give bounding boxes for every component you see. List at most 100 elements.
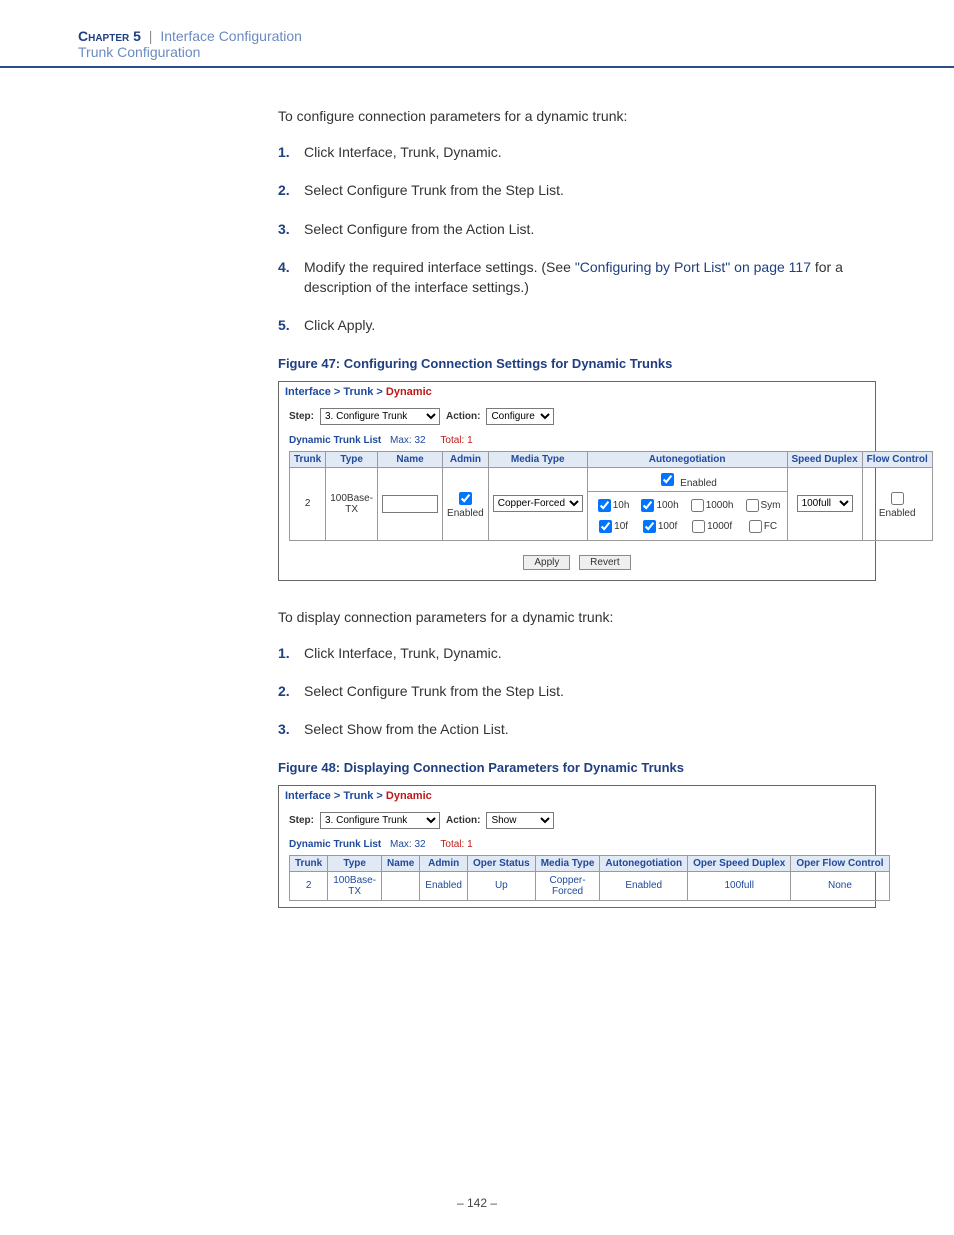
action-select[interactable]: Show xyxy=(486,812,554,829)
th-autoneg: Autonegotiation xyxy=(587,451,787,467)
media-select[interactable]: Copper-Forced xyxy=(493,495,583,512)
th-type: Type xyxy=(328,855,382,871)
cell-autoneg: Enabled 10h 100h 1000h Sym 10f 100f 1000… xyxy=(587,467,787,540)
cap-fc[interactable] xyxy=(749,520,762,533)
th-media: Media Type xyxy=(535,855,600,871)
list-title: Dynamic Trunk List Max: 32 Total: 1 xyxy=(279,435,875,451)
figure48-caption: Figure 48: Displaying Connection Paramet… xyxy=(278,760,876,775)
intro-display: To display connection parameters for a d… xyxy=(278,609,876,625)
steps-configure: Click Interface, Trunk, Dynamic. Select … xyxy=(278,142,876,336)
chapter-title: Interface Configuration xyxy=(160,28,302,44)
bc-trunk[interactable]: Trunk xyxy=(343,790,373,802)
cell-media: Copper-Forced xyxy=(535,871,600,900)
step-item: Modify the required interface settings. … xyxy=(278,257,876,298)
bc-trunk[interactable]: Trunk xyxy=(343,386,373,398)
th-oper-flow: Oper Flow Control xyxy=(791,855,889,871)
revert-button[interactable]: Revert xyxy=(579,555,630,570)
cell-trunk: 2 xyxy=(290,871,328,900)
page-header: Chapter 5 | Interface Configuration Trun… xyxy=(0,0,954,68)
th-name: Name xyxy=(378,451,443,467)
bc-dynamic: Dynamic xyxy=(386,386,432,398)
screenshot-show: Interface > Trunk > Dynamic Step: 3. Con… xyxy=(278,785,876,908)
cap-100h[interactable] xyxy=(641,499,654,512)
table-row: 2 100Base-TX Enabled Copper-Forced xyxy=(290,467,933,540)
bc-dynamic: Dynamic xyxy=(386,790,432,802)
cell-oper-flow: None xyxy=(791,871,889,900)
admin-checkbox[interactable] xyxy=(459,492,472,505)
th-autoneg: Autonegotiation xyxy=(600,855,688,871)
apply-button[interactable]: Apply xyxy=(523,555,570,570)
cell-name xyxy=(382,871,420,900)
action-select[interactable]: Configure xyxy=(486,408,554,425)
th-trunk: Trunk xyxy=(290,451,326,467)
cap-sym[interactable] xyxy=(746,499,759,512)
section-title: Trunk Configuration xyxy=(78,44,954,60)
show-table: Trunk Type Name Admin Oper Status Media … xyxy=(289,855,890,901)
list-total: Total: 1 xyxy=(440,435,472,446)
xref-port-list[interactable]: "Configuring by Port List" on page 117 xyxy=(575,259,811,275)
cell-speed: 100full xyxy=(787,467,862,540)
th-media: Media Type xyxy=(488,451,587,467)
step-label: Step: xyxy=(289,411,314,422)
action-label: Action: xyxy=(446,815,480,826)
breadcrumb: Interface > Trunk > Dynamic xyxy=(279,382,875,402)
step-select[interactable]: 3. Configure Trunk xyxy=(320,812,440,829)
cell-type: 100Base-TX xyxy=(326,467,378,540)
step-item: Select Show from the Action List. xyxy=(278,719,876,739)
list-max: Max: 32 xyxy=(390,435,426,446)
step-select[interactable]: 3. Configure Trunk xyxy=(320,408,440,425)
th-name: Name xyxy=(382,855,420,871)
th-admin: Admin xyxy=(443,451,489,467)
cell-oper-speed: 100full xyxy=(688,871,791,900)
button-row: Apply Revert xyxy=(279,549,875,580)
cell-autoneg: Enabled xyxy=(600,871,688,900)
cell-name xyxy=(378,467,443,540)
page-number: – 142 – xyxy=(0,936,954,1230)
toolbar: Step: 3. Configure Trunk Action: Configu… xyxy=(279,402,875,435)
screenshot-configure: Interface > Trunk > Dynamic Step: 3. Con… xyxy=(278,381,876,581)
speed-select[interactable]: 100full xyxy=(797,495,853,512)
th-oper-status: Oper Status xyxy=(468,855,536,871)
action-label: Action: xyxy=(446,411,480,422)
step-item: Click Apply. xyxy=(278,315,876,335)
flow-checkbox[interactable] xyxy=(891,492,904,505)
cap-10h[interactable] xyxy=(598,499,611,512)
list-name: Dynamic Trunk List xyxy=(289,435,381,446)
toolbar: Step: 3. Configure Trunk Action: Show xyxy=(279,806,875,839)
separator: | xyxy=(145,28,157,44)
list-name: Dynamic Trunk List xyxy=(289,839,381,850)
bc-interface[interactable]: Interface xyxy=(285,386,331,398)
name-input[interactable] xyxy=(382,495,438,513)
autoneg-enable-checkbox[interactable] xyxy=(661,473,674,486)
config-table: Trunk Type Name Admin Media Type Autoneg… xyxy=(289,451,933,541)
th-flow: Flow Control xyxy=(862,451,932,467)
flow-label: Enabled xyxy=(879,508,916,519)
step-item: Select Configure from the Action List. xyxy=(278,219,876,239)
step-item: Select Configure Trunk from the Step Lis… xyxy=(278,180,876,200)
cell-oper-status: Up xyxy=(468,871,536,900)
cap-10f[interactable] xyxy=(599,520,612,533)
chapter-label: Chapter 5 xyxy=(78,28,141,44)
bc-interface[interactable]: Interface xyxy=(285,790,331,802)
cell-type: 100Base-TX xyxy=(328,871,382,900)
autoneg-enable-label: Enabled xyxy=(680,478,717,489)
step-label: Step: xyxy=(289,815,314,826)
th-trunk: Trunk xyxy=(290,855,328,871)
th-admin: Admin xyxy=(420,855,468,871)
step-item: Click Interface, Trunk, Dynamic. xyxy=(278,643,876,663)
step-item: Select Configure Trunk from the Step Lis… xyxy=(278,681,876,701)
cell-media: Copper-Forced xyxy=(488,467,587,540)
th-oper-speed: Oper Speed Duplex xyxy=(688,855,791,871)
cap-1000f[interactable] xyxy=(692,520,705,533)
table-row: 2 100Base-TX Enabled Up Copper-Forced En… xyxy=(290,871,890,900)
cell-flow: Enabled xyxy=(862,467,932,540)
cell-trunk: 2 xyxy=(290,467,326,540)
cap-100f[interactable] xyxy=(643,520,656,533)
list-total: Total: 1 xyxy=(440,839,472,850)
cell-admin: Enabled xyxy=(443,467,489,540)
list-title: Dynamic Trunk List Max: 32 Total: 1 xyxy=(279,839,875,855)
breadcrumb: Interface > Trunk > Dynamic xyxy=(279,786,875,806)
step4-lead: Modify the required interface settings. … xyxy=(304,259,575,275)
cap-1000h[interactable] xyxy=(691,499,704,512)
figure47-caption: Figure 47: Configuring Connection Settin… xyxy=(278,356,876,371)
